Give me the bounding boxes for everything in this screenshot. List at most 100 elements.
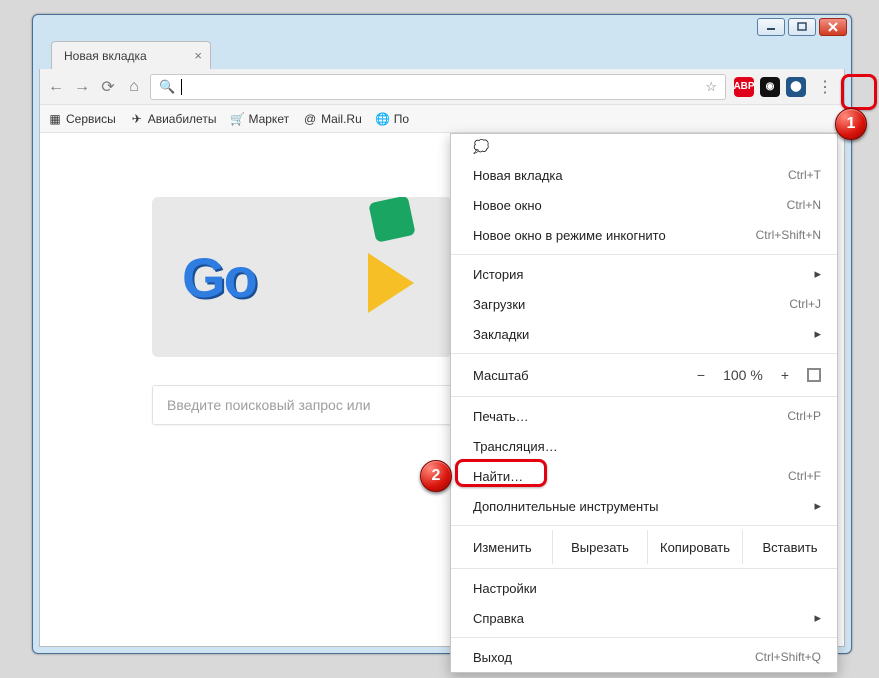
toolbar: ← → ⟳ ⌂ 🔍 ☆ ABP ◉ ⬤ ⋮	[40, 69, 844, 105]
menu-cut[interactable]: Вырезать	[553, 530, 648, 564]
zoom-out-button[interactable]: −	[697, 367, 705, 383]
bookmark-apps[interactable]: ▦ Сервисы	[48, 112, 116, 126]
menu-downloads[interactable]: Загрузки Ctrl+J	[451, 289, 837, 319]
submenu-arrow-icon: ▸	[814, 610, 821, 626]
tab-close-icon[interactable]: ×	[194, 48, 202, 63]
window-minimize-button[interactable]	[757, 18, 785, 36]
window-titlebar	[33, 15, 851, 39]
menu-incognito[interactable]: Новое окно в режиме инкогнито Ctrl+Shift…	[451, 220, 837, 250]
plane-icon: ✈	[130, 112, 144, 126]
btn-text: Копировать	[660, 540, 730, 555]
bookmark-item[interactable]: ✈ Авиабилеты	[130, 112, 217, 126]
zoom-in-button[interactable]: +	[781, 367, 789, 383]
badge-number: 1	[847, 115, 856, 133]
bookmark-label: Mail.Ru	[321, 112, 362, 126]
apps-icon: ▦	[48, 112, 62, 126]
bookmarks-bar: ▦ Сервисы ✈ Авиабилеты 🛒 Маркет @ Mail.Ru 🌐 П…	[40, 105, 844, 133]
chrome-menu-button[interactable]: ⋮	[814, 76, 836, 98]
submenu-arrow-icon: ▸	[814, 266, 821, 282]
window-close-button[interactable]	[819, 18, 847, 36]
bookmark-item[interactable]: 🛒 Маркет	[230, 112, 289, 126]
menu-label: Трансляция…	[473, 439, 558, 454]
bookmark-item[interactable]: @ Mail.Ru	[303, 112, 362, 126]
zoom-value: 100 %	[723, 367, 763, 383]
menu-shortcut: Ctrl+J	[789, 297, 821, 311]
tab-active[interactable]: Новая вкладка ×	[51, 41, 211, 69]
window-maximize-button[interactable]	[788, 18, 816, 36]
chrome-main-menu: 💭 Новая вкладка Ctrl+T Новое окно Ctrl+N…	[450, 133, 838, 673]
back-button[interactable]: ←	[48, 79, 64, 95]
google-doodle[interactable]: Go	[152, 197, 452, 357]
menu-bookmarks[interactable]: Закладки ▸	[451, 319, 837, 349]
menu-separator	[451, 637, 837, 638]
menu-label: Масштаб	[473, 368, 529, 383]
browser-chrome: ← → ⟳ ⌂ 🔍 ☆ ABP ◉ ⬤ ⋮ ▦ Сервисы ✈ Авиабиле…	[39, 69, 845, 647]
bookmark-star-icon[interactable]: ☆	[705, 79, 717, 95]
fullscreen-icon[interactable]	[807, 368, 821, 382]
cart-icon: 🛒	[230, 112, 244, 126]
menu-label: Найти…	[473, 469, 523, 484]
text-cursor	[181, 79, 182, 95]
menu-label: Настройки	[473, 581, 537, 596]
callout-badge-2: 2	[420, 460, 452, 492]
extension-icon-3[interactable]: ⬤	[786, 77, 806, 97]
label-text: Изменить	[473, 540, 532, 555]
bookmark-label: По	[394, 112, 409, 126]
bookmark-item[interactable]: 🌐 По	[376, 112, 409, 126]
menu-label: Справка	[473, 611, 524, 626]
callout-badge-1: 1	[835, 108, 867, 140]
menu-label: Закладки	[473, 327, 529, 342]
menu-help[interactable]: Справка ▸	[451, 603, 837, 633]
home-button[interactable]: ⌂	[126, 79, 142, 95]
menu-more-tools[interactable]: Дополнительные инструменты ▸	[451, 491, 837, 521]
badge-number: 2	[432, 467, 441, 485]
menu-shortcut: Ctrl+P	[787, 409, 821, 423]
menu-new-window[interactable]: Новое окно Ctrl+N	[451, 190, 837, 220]
menu-label: Новое окно в режиме инкогнито	[473, 228, 666, 243]
menu-label: Новое окно	[473, 198, 542, 213]
menu-shortcut: Ctrl+N	[787, 198, 821, 212]
menu-edit-label: Изменить	[451, 530, 553, 564]
search-placeholder: Введите поисковый запрос или	[167, 397, 371, 413]
extension-icon-2[interactable]: ◉	[760, 77, 780, 97]
menu-separator	[451, 353, 837, 354]
browser-window: Новая вкладка × ← → ⟳ ⌂ 🔍 ☆ ABP ◉ ⬤ ⋮	[32, 14, 852, 654]
menu-paste[interactable]: Вставить	[743, 530, 837, 564]
menu-new-tab[interactable]: Новая вкладка Ctrl+T	[451, 160, 837, 190]
menu-label: История	[473, 267, 523, 282]
menu-separator	[451, 254, 837, 255]
menu-shortcut: Ctrl+F	[788, 469, 821, 483]
menu-label: Выход	[473, 650, 512, 665]
submenu-arrow-icon: ▸	[814, 326, 821, 342]
menu-print[interactable]: Печать… Ctrl+P	[451, 401, 837, 431]
menu-shortcut: Ctrl+T	[788, 168, 821, 182]
menu-exit[interactable]: Выход Ctrl+Shift+Q	[451, 642, 837, 672]
menu-zoom: Масштаб − 100 % +	[451, 358, 837, 392]
forward-button[interactable]: →	[74, 79, 90, 95]
submenu-arrow-icon: ▸	[814, 498, 821, 514]
bookmark-label: Маркет	[248, 112, 289, 126]
extension-icons: ABP ◉ ⬤	[734, 77, 806, 97]
address-bar[interactable]: 🔍 ☆	[150, 74, 726, 100]
tab-strip: Новая вкладка ×	[33, 39, 851, 69]
bookmark-label: Авиабилеты	[148, 112, 217, 126]
menu-history[interactable]: История ▸	[451, 259, 837, 289]
tab-title: Новая вкладка	[64, 49, 147, 63]
globe-icon: 🌐	[376, 112, 390, 126]
bookmark-label: Сервисы	[66, 112, 116, 126]
speech-icon: 💭	[473, 139, 489, 155]
at-icon: @	[303, 112, 317, 126]
menu-label: Новая вкладка	[473, 168, 563, 183]
menu-cast[interactable]: Трансляция…	[451, 431, 837, 461]
menu-copy[interactable]: Копировать	[648, 530, 743, 564]
menu-settings[interactable]: Настройки	[451, 573, 837, 603]
play-icon	[368, 253, 414, 313]
menu-find[interactable]: Найти… Ctrl+F	[451, 461, 837, 491]
nav-buttons: ← → ⟳ ⌂	[48, 79, 142, 95]
extension-abp[interactable]: ABP	[734, 77, 754, 97]
reload-button[interactable]: ⟳	[100, 79, 116, 95]
btn-text: Вставить	[762, 540, 817, 555]
new-tab-page: Go Введите поисковый запрос или	[152, 197, 492, 425]
menu-separator	[451, 525, 837, 526]
menu-edit-row: Изменить Вырезать Копировать Вставить	[451, 530, 837, 564]
